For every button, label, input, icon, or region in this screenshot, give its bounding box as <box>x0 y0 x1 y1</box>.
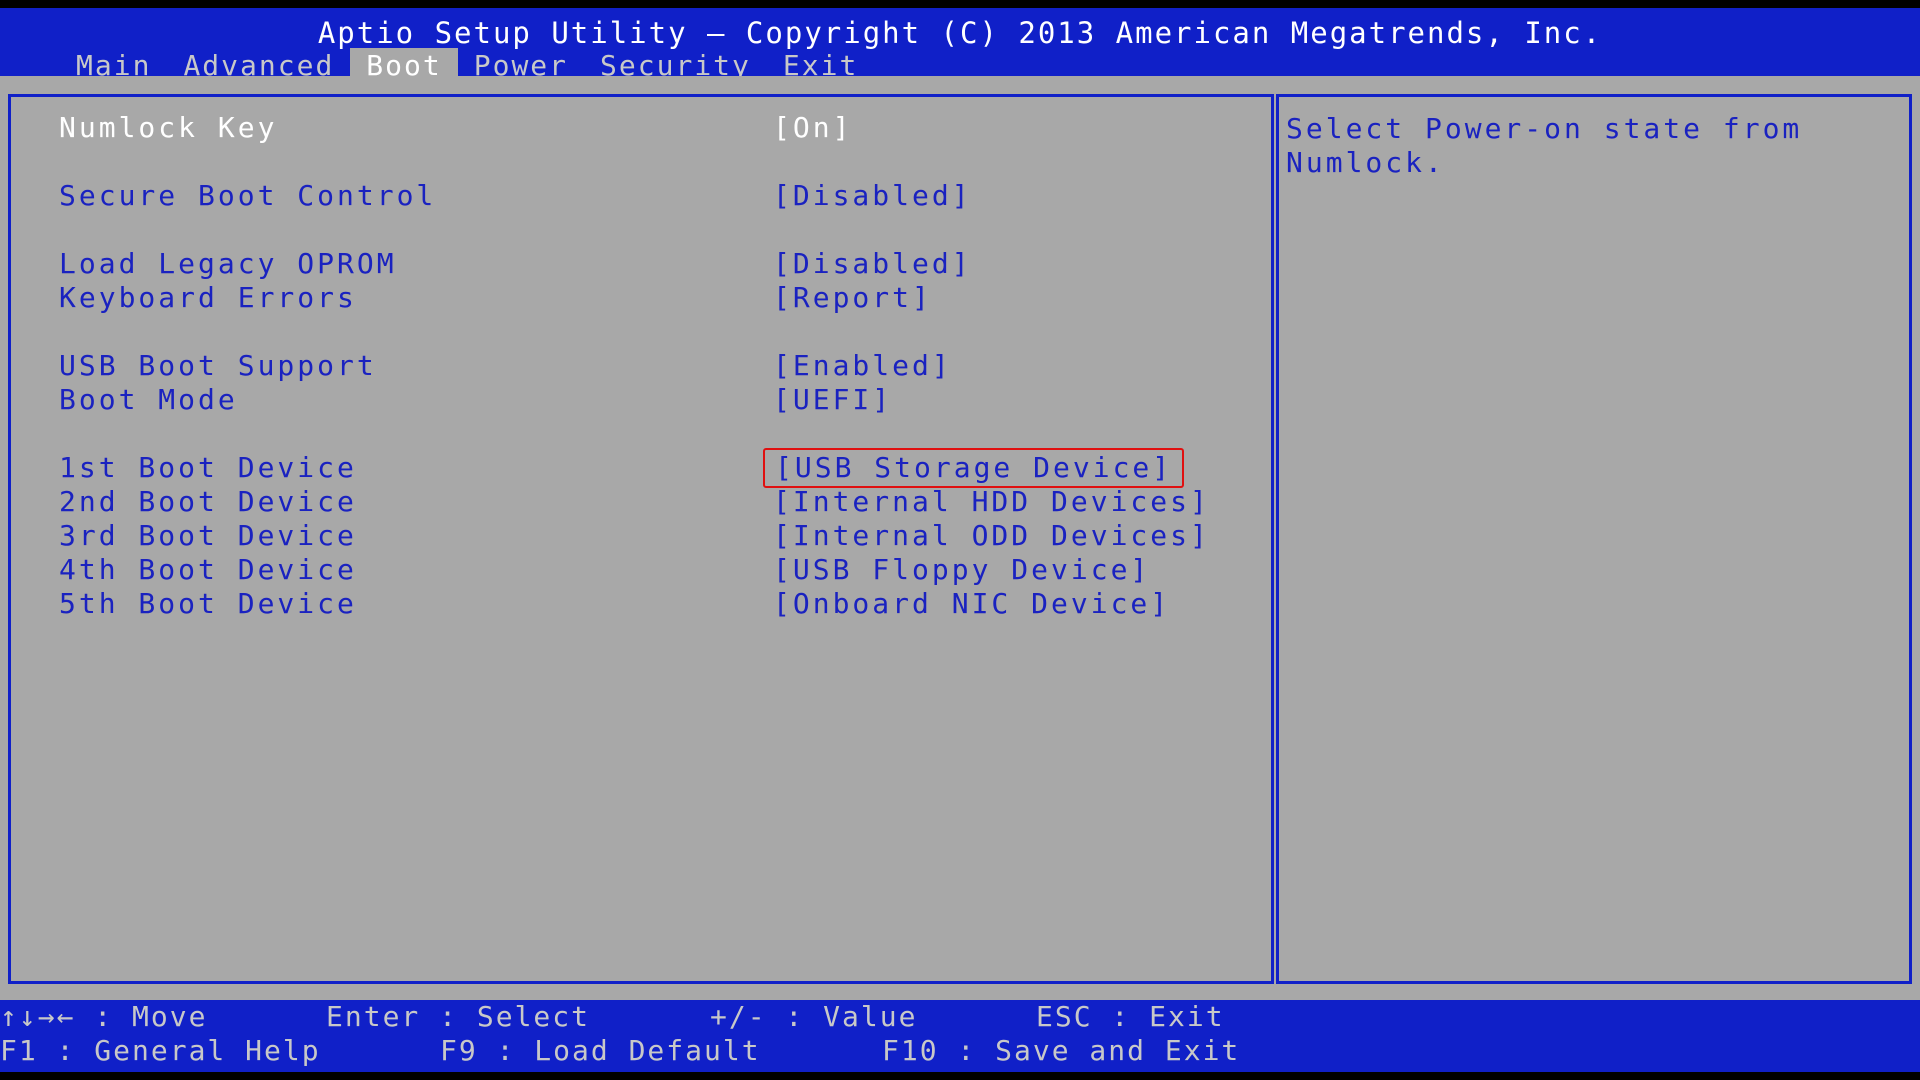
setting-value[interactable]: [USB Floppy Device] <box>773 553 1150 587</box>
setting-label: 2nd Boot Device <box>59 485 357 518</box>
setting-5th-boot-device[interactable]: 5th Boot Device [Onboard NIC Device] <box>11 587 1277 621</box>
footer-bar: ↑↓→← : Move Enter : Select +/- : Value E… <box>0 1000 1920 1072</box>
hint-f1: F1 : General Help <box>0 1034 321 1067</box>
setting-label: Keyboard Errors <box>59 281 357 314</box>
setting-value[interactable]: [Internal HDD Devices] <box>773 485 1210 519</box>
setting-usb-boot-support[interactable]: USB Boot Support [Enabled] <box>11 349 1277 383</box>
setting-value[interactable]: [Report] <box>773 281 932 315</box>
setting-value[interactable]: [Disabled] <box>773 247 972 281</box>
setting-label: Boot Mode <box>59 383 238 416</box>
setting-value[interactable]: [On] <box>773 111 852 145</box>
header-bar: Aptio Setup Utility – Copyright (C) 2013… <box>0 0 1920 84</box>
help-frame <box>1276 94 1912 984</box>
setting-label: Numlock Key <box>59 111 278 144</box>
setting-secure-boot-control[interactable]: Secure Boot Control [Disabled] <box>11 179 1277 213</box>
setting-label: 4th Boot Device <box>59 553 357 586</box>
setting-value[interactable]: [Onboard NIC Device] <box>773 587 1170 621</box>
hint-move: ↑↓→← : Move <box>0 1000 208 1033</box>
setting-2nd-boot-device[interactable]: 2nd Boot Device [Internal HDD Devices] <box>11 485 1277 519</box>
setting-value[interactable]: [Enabled] <box>773 349 952 383</box>
setting-4th-boot-device[interactable]: 4th Boot Device [USB Floppy Device] <box>11 553 1277 587</box>
setting-boot-mode[interactable]: Boot Mode [UEFI] <box>11 383 1277 417</box>
main-panel: Numlock Key [On] Secure Boot Control [Di… <box>0 76 1920 1000</box>
setting-3rd-boot-device[interactable]: 3rd Boot Device [Internal ODD Devices] <box>11 519 1277 553</box>
setting-label: 3rd Boot Device <box>59 519 357 552</box>
setting-value[interactable]: [Internal ODD Devices] <box>773 519 1210 553</box>
setting-numlock-key[interactable]: Numlock Key [On] <box>11 111 1277 145</box>
setting-label: Secure Boot Control <box>59 179 437 212</box>
setting-label: 1st Boot Device <box>59 451 357 484</box>
setting-label: USB Boot Support <box>59 349 377 382</box>
utility-title: Aptio Setup Utility – Copyright (C) 2013… <box>317 16 1603 50</box>
hint-value: +/- : Value <box>710 1000 918 1033</box>
setting-value[interactable]: [UEFI] <box>773 383 892 417</box>
hint-select: Enter : Select <box>326 1000 591 1033</box>
setting-value[interactable]: [Disabled] <box>773 179 972 213</box>
help-text: Select Power-on state from Numlock. <box>1286 112 1803 179</box>
setting-1st-boot-device[interactable]: 1st Boot Device [USB Storage Device] <box>11 448 1277 488</box>
setting-keyboard-errors[interactable]: Keyboard Errors [Report] <box>11 281 1277 315</box>
setting-load-legacy-oprom[interactable]: Load Legacy OPROM [Disabled] <box>11 247 1277 281</box>
hint-f9: F9 : Load Default <box>440 1034 761 1067</box>
hint-f10: F10 : Save and Exit <box>882 1034 1241 1067</box>
setting-label: Load Legacy OPROM <box>59 247 397 280</box>
settings-frame: Numlock Key [On] Secure Boot Control [Di… <box>8 94 1274 984</box>
setting-label: 5th Boot Device <box>59 587 357 620</box>
hint-esc: ESC : Exit <box>1036 1000 1225 1033</box>
setting-value-highlighted[interactable]: [USB Storage Device] <box>763 448 1185 488</box>
